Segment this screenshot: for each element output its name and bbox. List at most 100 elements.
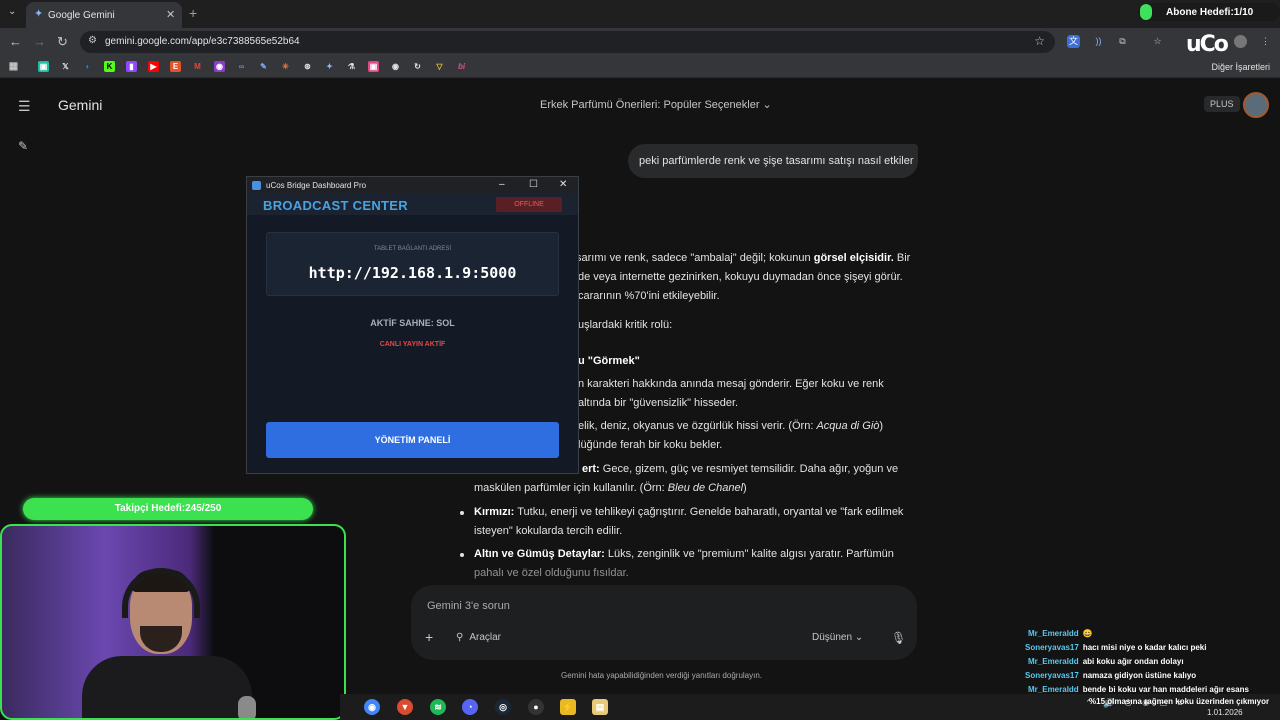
active-scene-text: AKTİF SAHNE: SOL	[370, 318, 455, 328]
avatar[interactable]	[1243, 92, 1269, 118]
bookmark-flask-icon[interactable]: ⚗	[346, 61, 357, 72]
chat-message: Mr_Emeraldd bende bi koku var han maddele…	[1028, 685, 1249, 694]
broadcast-center-title: BROADCAST CENTER	[263, 198, 408, 213]
plan-badge[interactable]: PLUS	[1204, 96, 1240, 112]
tab-search-icon[interactable]: ⌄	[8, 6, 16, 17]
new-chat-icon[interactable]: ✎	[18, 139, 28, 153]
connection-url-value[interactable]: http://192.168.1.9:5000	[267, 264, 558, 282]
bookmarks-bar: ▦ ▣ 𝕏 ◗ K ▮ ▶ E M ◉ ∞ ✎ ✳ ⊛ ✦ ⚗ ▣ ◉ ↻ ▽ …	[0, 56, 1280, 78]
bookmarks-manager-icon[interactable]: ☆	[1151, 35, 1164, 48]
goal-dot	[1140, 4, 1152, 20]
taskbar-date: 1.01.2026	[1207, 708, 1243, 717]
response-line: n karakteri hakkında anında mesaj gönder…	[578, 378, 884, 390]
prompt-input-box[interactable]: Gemini 3'e sorun + ⚲ Araçlar Düşünen ⌄ 🎙	[411, 585, 917, 660]
bookmark-bi-icon[interactable]: bi	[456, 61, 467, 72]
bluesky-icon[interactable]: ◗	[82, 61, 93, 72]
url-text[interactable]: gemini.google.com/app/e3c7388565e52b64	[105, 36, 300, 47]
bookmark-gemini-icon[interactable]: ✦	[324, 61, 335, 72]
window-titlebar[interactable]: uCos Bridge Dashboard Pro – ☐ ✕	[247, 177, 578, 194]
prompt-input-placeholder[interactable]: Gemini 3'e sorun	[427, 600, 510, 612]
conversation-title-text: Erkek Parfümü Önerileri: Popüler Seçenek…	[540, 99, 760, 111]
ucos-dashboard-window: uCos Bridge Dashboard Pro – ☐ ✕ BROADCAS…	[246, 176, 579, 474]
app-title: Gemini	[58, 97, 103, 113]
maximize-icon[interactable]: ☐	[529, 179, 538, 190]
audio-extension-icon[interactable]: ))	[1092, 35, 1105, 48]
tab-bar: ⌄ ✦ Google Gemini ✕ + Abone Hedefi:1/10	[0, 0, 1280, 28]
site-info-icon[interactable]: ⚙	[88, 35, 97, 46]
abone-goal-text: Abone Hedefi:1/10	[1166, 7, 1254, 18]
chat-message: Mr_Emeraldd 😄	[1028, 629, 1093, 638]
profile-icon[interactable]	[1234, 35, 1247, 48]
response-line: sarımı ve renk, sadece "ambalaj" değil; …	[576, 252, 911, 264]
status-badge: OFFLINE	[496, 197, 562, 212]
model-label: Düşünen	[812, 632, 853, 643]
bookmark-openai-icon[interactable]: ⊛	[302, 61, 313, 72]
webcam-feed	[0, 524, 346, 720]
management-panel-button[interactable]: YÖNETİM PANELİ	[266, 422, 559, 458]
follower-goal-text: Takipçi Hedefi:245/250	[114, 503, 222, 514]
bookmark-photo-icon[interactable]: ▣	[368, 61, 379, 72]
user-message-bubble: peki parfümlerde renk ve şişe tasarımı s…	[628, 144, 918, 178]
reload-icon[interactable]: ↻	[57, 34, 68, 50]
streamer-body	[82, 656, 252, 718]
app-icon	[252, 181, 261, 190]
spotify-icon[interactable]: ≋	[430, 699, 446, 715]
bookmark-v-icon[interactable]: ▽	[434, 61, 445, 72]
microphone-icon[interactable]: 🎙	[891, 631, 906, 645]
bookmark-star-icon[interactable]: ☆	[1034, 34, 1045, 48]
file-explorer-icon[interactable]: ▤	[592, 699, 608, 715]
obs-icon[interactable]: ●	[528, 699, 544, 715]
brave-icon[interactable]: ▼	[397, 699, 413, 715]
chrome-icon[interactable]: ◉	[364, 699, 380, 715]
tools-icon: ⚲	[456, 632, 464, 643]
menu-icon[interactable]: ☰	[18, 98, 31, 115]
tools-label: Araçlar	[469, 632, 502, 643]
app-icon[interactable]: ⚡	[560, 699, 576, 715]
discord-icon[interactable]: ◔	[462, 699, 478, 715]
twitch-icon[interactable]: ▮	[126, 61, 137, 72]
bookmark-purple-icon[interactable]: ◉	[214, 61, 225, 72]
gmail-icon[interactable]: M	[192, 61, 203, 72]
x-icon[interactable]: 𝕏	[60, 61, 71, 72]
new-tab-icon[interactable]: +	[189, 5, 197, 21]
back-icon[interactable]: ←	[9, 34, 22, 49]
disclaimer-text: Gemini hata yapabilidiğinden verdiği yan…	[561, 671, 763, 680]
response-line: Altın ve Gümüş Detaylar: Lüks, zenginlik…	[474, 548, 894, 560]
browser-menu-icon[interactable]: ⋮	[1259, 35, 1272, 48]
forward-icon[interactable]: →	[33, 34, 46, 49]
bookmark-refresh-icon[interactable]: ↻	[412, 61, 423, 72]
kick-icon[interactable]: K	[104, 61, 115, 72]
bullet-point	[460, 511, 464, 515]
response-heading: u "Görmek"	[578, 355, 640, 367]
response-line: altında bir "güvensizlik" hisseder.	[578, 397, 739, 409]
bookmark-claude-icon[interactable]: ✳	[280, 61, 291, 72]
add-attachment-icon[interactable]: +	[425, 629, 433, 645]
omnibox[interactable]: ⚙ gemini.google.com/app/e3c7388565e52b64…	[80, 31, 1055, 53]
response-line: elik, deniz, okyanus ve özgürlük hissi v…	[578, 420, 884, 432]
conversation-title[interactable]: Erkek Parfümü Önerileri: Popüler Seçenek…	[540, 98, 772, 111]
apps-grid-icon[interactable]: ▦	[8, 61, 19, 72]
bookmark-circle-icon[interactable]: ◉	[390, 61, 401, 72]
close-tab-icon[interactable]: ✕	[166, 8, 175, 21]
chat-message: Mr_Emeraldd abi koku ağır ondan dolayı	[1028, 657, 1184, 666]
extensions-puzzle-icon[interactable]: ⧉	[1116, 35, 1129, 48]
tab-google-gemini[interactable]: ✦ Google Gemini ✕	[26, 2, 182, 28]
tools-button[interactable]: ⚲ Araçlar	[456, 632, 501, 643]
minimize-icon[interactable]: –	[499, 179, 505, 190]
close-icon[interactable]: ✕	[559, 179, 567, 190]
response-line: pahalı ve özel olduğunu fısıldar.	[474, 567, 629, 579]
steam-icon[interactable]: ◎	[495, 699, 511, 715]
abone-goal-overlay: Abone Hedefi:1/10	[1138, 3, 1280, 21]
chat-message: Soneryavas17 hacı misi niye o kadar kalıc…	[1025, 643, 1207, 652]
chevron-down-icon: ⌄	[762, 99, 772, 111]
model-selector[interactable]: Düşünen ⌄	[812, 632, 863, 643]
meta-icon[interactable]: ∞	[236, 61, 247, 72]
response-line: isteyen" kokularda tercih edilir.	[474, 525, 623, 537]
translate-extension-icon[interactable]: 文	[1067, 35, 1080, 48]
other-bookmarks[interactable]: Diğer İşaretleri	[1211, 62, 1270, 72]
user-message-text: peki parfümlerde renk ve şişe tasarımı s…	[639, 155, 914, 167]
youtube-icon[interactable]: ▶	[148, 61, 159, 72]
bookmark-tool-icon[interactable]: ✎	[258, 61, 269, 72]
bookmark-icon[interactable]: ▣	[38, 61, 49, 72]
bookmark-e-icon[interactable]: E	[170, 61, 181, 72]
